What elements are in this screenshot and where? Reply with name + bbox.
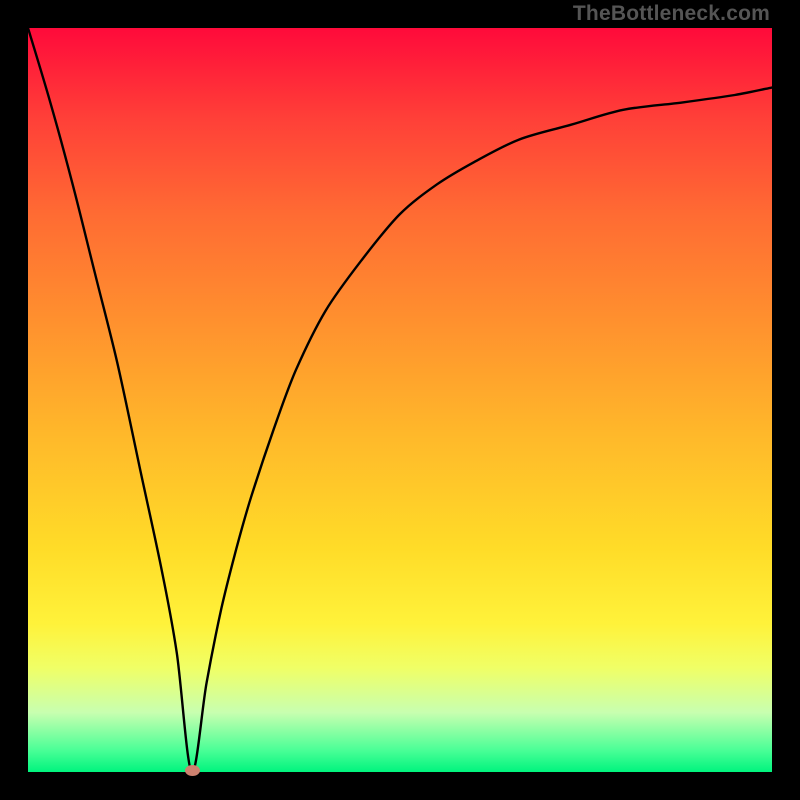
bottleneck-curve bbox=[28, 28, 772, 772]
plot-area bbox=[28, 28, 772, 772]
chart-frame: TheBottleneck.com bbox=[0, 0, 800, 800]
watermark-text: TheBottleneck.com bbox=[573, 2, 770, 26]
optimal-marker bbox=[185, 765, 200, 776]
